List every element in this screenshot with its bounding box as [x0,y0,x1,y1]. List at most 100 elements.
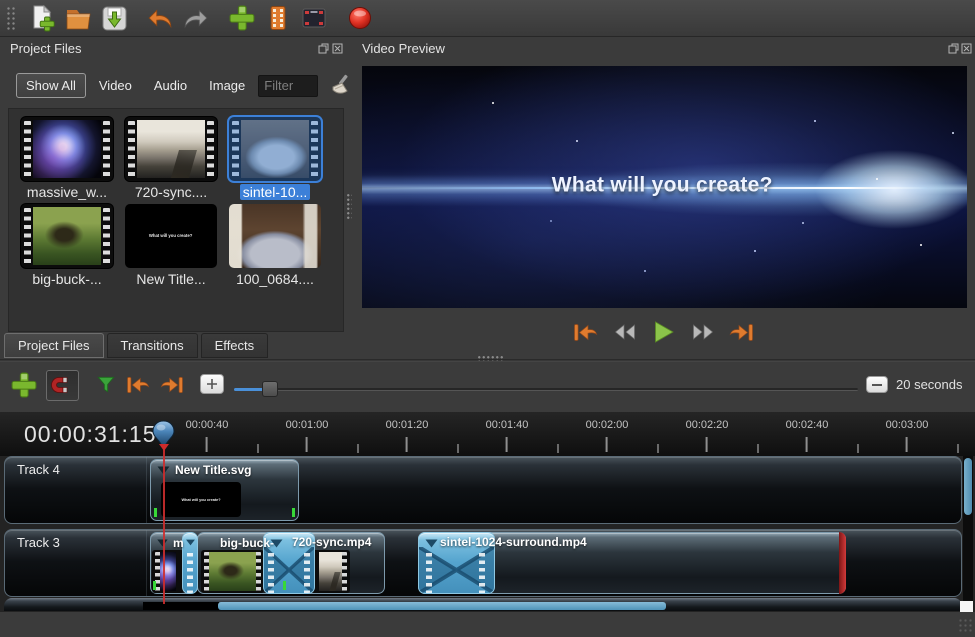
clip-label: 720-sync.mp4 [292,535,371,549]
vertical-scrollbar-thumb[interactable] [964,458,972,515]
playhead-arrow [159,444,169,451]
undo-icon [147,5,173,31]
float-panel-icon[interactable] [948,43,959,54]
clip-trim-handle[interactable] [153,581,156,590]
ruler-tick: 00:02:40 [786,415,829,452]
clip-label: New Title.svg [175,463,251,477]
save-project-button[interactable] [96,2,132,34]
ruler-tick: 00:01:40 [486,415,529,452]
fast-forward-button[interactable] [689,320,717,344]
file-label: New Title... [119,271,223,287]
open-project-button[interactable] [60,2,96,34]
horizontal-scrollbar-thumb[interactable] [218,602,666,610]
vertical-scrollbar[interactable] [963,456,973,602]
clip-trim-handle[interactable] [154,508,157,517]
snapping-toggle-button[interactable] [46,370,79,401]
ruler-tick: 00:00:40 [186,415,229,452]
splitter-grip-dots[interactable] [477,355,503,361]
ruler-tick: 00:02:20 [686,415,729,452]
add-marker-button[interactable] [96,375,116,399]
project-files-list[interactable]: massive_w... 720-sync.... sintel-10... b… [8,108,344,332]
clip-new-title[interactable]: New Title.svg What will you create? [150,459,299,521]
timeline: 00:00:31:15 00:00:40 00:01:00 00:01:20 0… [0,412,975,612]
ruler-tick: 00:01:20 [386,415,429,452]
clip-trim-end-indicator[interactable] [839,532,846,594]
transition-menu-icon[interactable] [185,538,196,547]
jump-to-end-button[interactable] [728,320,756,344]
ruler-tick: 00:01:00 [286,415,329,452]
film-strip-icon [265,5,291,31]
add-track-button[interactable] [10,371,38,404]
file-filter-tabs: Show All Video Audio Image [16,73,352,98]
track-2-partial-row[interactable] [4,598,962,611]
tab-video[interactable]: Video [90,74,141,97]
file-thumbnail [229,204,321,268]
preview-overlay-text: What will you create? [552,174,773,198]
file-label: massive_w... [15,184,119,200]
file-item-massive[interactable]: massive_w... [15,117,119,200]
tab-show-all[interactable]: Show All [16,73,86,98]
ruler-tick: 00:03:00 [886,415,929,452]
timeline-ruler[interactable]: 00:00:31:15 00:00:40 00:01:00 00:01:20 0… [0,412,975,456]
file-item-new-title[interactable]: What will you create? New Title... [119,204,223,287]
transport-controls [352,317,975,347]
zoom-slider-handle[interactable] [262,381,278,397]
save-project-icon [101,5,128,32]
transition-small[interactable] [182,532,198,594]
file-item-720-sync[interactable]: 720-sync.... [119,117,223,200]
float-panel-icon[interactable] [318,43,329,54]
track-3-row[interactable]: Track 3 m big-buck- 720-sync.mp4 sintel-… [4,529,962,597]
file-label: sintel-10... [223,184,327,200]
clear-filter-broom-icon[interactable] [328,74,352,98]
panel-splitter-grip[interactable] [346,193,352,221]
video-preview-canvas[interactable]: What will you create? [362,66,967,308]
file-item-100-0684[interactable]: 100_0684.... [223,204,327,287]
fullscreen-button[interactable] [296,2,332,34]
redo-button[interactable] [178,2,214,34]
undo-button[interactable] [142,2,178,34]
next-marker-button[interactable] [158,375,186,400]
import-files-icon [228,4,256,32]
tab-effects[interactable]: Effects [201,333,269,358]
close-panel-icon[interactable] [961,43,972,54]
previous-marker-button[interactable] [124,375,152,400]
zoom-scale-label: 20 seconds [896,377,963,392]
clip-label: big-buck- [220,536,274,550]
playhead-line [163,445,165,604]
tab-audio[interactable]: Audio [145,74,196,97]
new-project-button[interactable] [24,2,60,34]
toolbar-grip[interactable] [6,6,16,30]
current-time-display: 00:00:31:15 [24,421,157,448]
new-project-icon [29,5,56,32]
tab-project-files[interactable]: Project Files [4,333,104,358]
track-4-row[interactable]: Track 4 New Title.svg What will you crea… [4,456,962,524]
clip-thumbnail [311,550,350,593]
file-item-sintel-selected[interactable]: sintel-10... [223,117,327,200]
clip-label: sintel-1024-surround.mp4 [440,535,587,549]
clip-label: m [173,536,184,550]
scrollbar-gap [143,602,219,610]
rewind-button[interactable] [611,320,639,344]
close-panel-icon[interactable] [332,43,343,54]
clip-trim-handle[interactable] [283,581,286,590]
file-item-big-buck[interactable]: big-buck-... [15,204,119,287]
zoom-slider-track[interactable] [234,388,858,391]
minus-icon [872,383,882,387]
window-resize-grip[interactable] [958,618,972,632]
tab-image[interactable]: Image [200,74,254,97]
zoom-out-button[interactable] [866,376,888,393]
fast-forward-icon [690,322,716,342]
filter-input[interactable] [258,75,318,97]
play-button[interactable] [650,320,678,344]
export-video-button[interactable] [342,2,378,34]
transition-menu-icon[interactable] [424,538,439,549]
tab-transitions[interactable]: Transitions [107,333,198,358]
import-files-button[interactable] [224,2,260,34]
openshot-window: Project Files Show All Video Audio Image… [0,0,975,637]
project-files-panel-title: Project Files [10,41,82,56]
choose-profile-button[interactable] [260,2,296,34]
clip-trim-handle[interactable] [292,508,295,517]
center-playhead-button[interactable] [200,374,224,394]
file-thumbnail: What will you create? [125,204,217,268]
jump-to-start-button[interactable] [572,320,600,344]
